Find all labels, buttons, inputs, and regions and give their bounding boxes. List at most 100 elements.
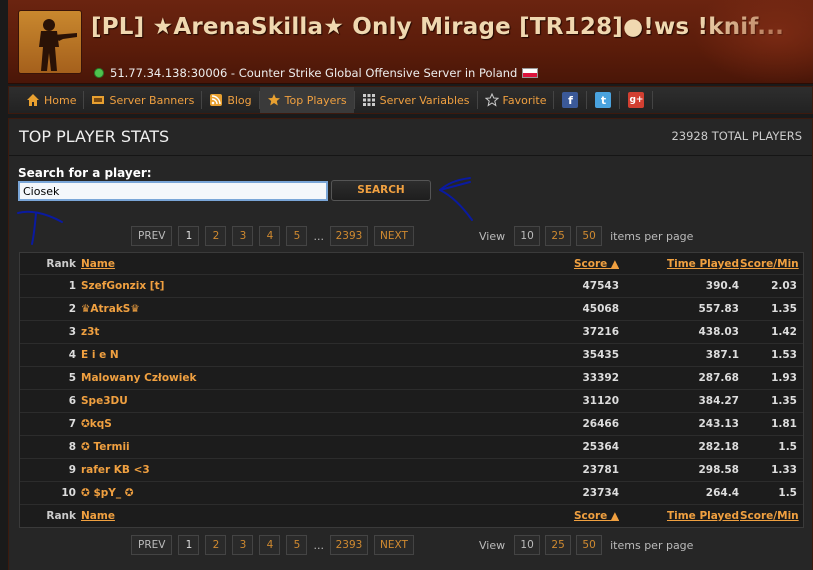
pager-ellipsis: ...	[313, 229, 324, 243]
header-score-per-min[interactable]: Score/Min	[740, 253, 799, 275]
rank-cell: 8	[68, 441, 76, 453]
score-cell: 47543	[582, 280, 619, 292]
next-button[interactable]: NEXT	[373, 535, 414, 555]
player-name-link[interactable]: Spe3DU	[81, 390, 461, 413]
nav-server-banners[interactable]: Server Banners	[84, 87, 201, 113]
time-played-cell: 298.58	[698, 464, 739, 476]
next-button[interactable]: NEXT	[373, 226, 414, 246]
player-name-link[interactable]: E i e N	[81, 344, 461, 367]
footer-name[interactable]: Name	[81, 505, 461, 527]
view-label: View	[479, 229, 506, 243]
items-per-page-label: items per page	[610, 538, 694, 552]
score-per-min-cell: 1.81	[771, 418, 797, 430]
player-name-link[interactable]: SzefGonzix [t]	[81, 275, 461, 298]
page-2[interactable]: 2	[205, 226, 227, 246]
page-1[interactable]: 1	[178, 535, 200, 555]
prev-button[interactable]: PREV	[131, 226, 173, 246]
time-played-cell: 243.13	[698, 418, 739, 430]
nav-divider	[553, 91, 555, 109]
time-played-cell: 557.83	[698, 303, 739, 315]
player-name-link[interactable]: ✪kqS	[81, 413, 461, 436]
score-cell: 26466	[582, 418, 619, 430]
page-5[interactable]: 5	[286, 535, 308, 555]
player-name-link[interactable]: ✪ Termii	[81, 436, 461, 459]
per-page-25[interactable]: 25	[545, 535, 572, 555]
nav-divider	[652, 91, 654, 109]
footer-score[interactable]: Score ▲	[500, 505, 619, 527]
player-name-link[interactable]: Malowany Człowiek	[81, 367, 461, 390]
time-played-cell: 387.1	[705, 349, 739, 361]
page-4[interactable]: 4	[259, 535, 281, 555]
nav-favorite[interactable]: Favorite	[478, 87, 554, 113]
rank-cell: 6	[68, 395, 76, 407]
per-page-25[interactable]: 25	[545, 226, 572, 246]
time-played-cell: 384.27	[698, 395, 739, 407]
header-name[interactable]: Name	[81, 253, 461, 275]
page-2[interactable]: 2	[205, 535, 227, 555]
nav-divider	[586, 91, 588, 109]
per-page-10[interactable]: 10	[514, 535, 541, 555]
rank-cell: 7	[68, 418, 76, 430]
score-per-min-cell: 1.53	[771, 349, 797, 361]
time-played-cell: 287.68	[698, 372, 739, 384]
table-row: 6 Spe3DU 31120 384.27 1.35	[20, 390, 803, 413]
per-page-50[interactable]: 50	[576, 226, 603, 246]
page-last[interactable]: 2393	[329, 226, 368, 246]
search-label: Search for a player:	[18, 166, 152, 180]
player-name-link[interactable]: ♛AtrakS♛	[81, 298, 461, 321]
time-played-cell: 282.18	[698, 441, 739, 453]
score-per-min-cell: 1.35	[771, 395, 797, 407]
footer-time-played[interactable]: Time Played	[620, 505, 739, 527]
footer-score-per-min[interactable]: Score/Min	[740, 505, 799, 527]
page-1[interactable]: 1	[178, 226, 200, 246]
rank-cell: 10	[61, 487, 76, 499]
page-3[interactable]: 3	[232, 226, 254, 246]
nav-server-variables[interactable]: Server Variables	[355, 87, 477, 113]
home-icon	[26, 93, 40, 107]
online-status-icon	[94, 68, 104, 78]
table-row: 2 ♛AtrakS♛ 45068 557.83 1.35	[20, 298, 803, 321]
twitter-icon[interactable]: t	[595, 92, 612, 108]
nav-top-players[interactable]: Top Players	[259, 87, 354, 113]
per-page-50[interactable]: 50	[576, 535, 603, 555]
poland-flag-icon	[522, 68, 539, 78]
nav-home[interactable]: Home	[19, 87, 83, 113]
rank-cell: 5	[68, 372, 76, 384]
facebook-icon[interactable]: f	[562, 92, 579, 108]
search-input[interactable]	[18, 181, 328, 201]
score-cell: 37216	[582, 326, 619, 338]
panel-divider	[9, 155, 812, 156]
banner-icon	[91, 93, 105, 107]
header-score[interactable]: Score ▲	[500, 253, 619, 275]
prev-button[interactable]: PREV	[131, 535, 173, 555]
header-rank: Rank	[46, 258, 76, 270]
page-4[interactable]: 4	[259, 226, 281, 246]
pager-bottom: PREV 1 2 3 4 5 ... 2393 NEXT	[131, 535, 420, 555]
google-plus-icon[interactable]: g+	[628, 92, 645, 108]
player-table: Rank Name Score ▲ Time Played Score/Min …	[19, 252, 804, 528]
player-name-link[interactable]: z3t	[81, 321, 461, 344]
server-info: 51.77.34.138:30006 - Counter Strike Glob…	[94, 66, 539, 80]
table-row: 4 E i e N 35435 387.1 1.53	[20, 344, 803, 367]
per-page-10[interactable]: 10	[514, 226, 541, 246]
page-3[interactable]: 3	[232, 535, 254, 555]
table-footer-header: Rank Name Score ▲ Time Played Score/Min	[20, 505, 803, 527]
header-time-played[interactable]: Time Played	[620, 253, 739, 275]
csgo-logo-icon	[18, 10, 82, 74]
rank-cell: 9	[68, 464, 76, 476]
player-name-link[interactable]: ✪ $pY_ ✪	[81, 482, 461, 505]
nav-blog[interactable]: Blog	[202, 87, 258, 113]
score-cell: 45068	[582, 303, 619, 315]
search-button[interactable]: SEARCH	[331, 180, 431, 201]
score-cell: 23734	[582, 487, 619, 499]
page-title: TOP PLAYER STATS	[19, 127, 170, 146]
top-player-stats-panel: TOP PLAYER STATS 23928 TOTAL PLAYERS Sea…	[8, 118, 813, 570]
table-row: 1 SzefGonzix [t] 47543 390.4 2.03	[20, 275, 803, 298]
page-5[interactable]: 5	[286, 226, 308, 246]
player-name-link[interactable]: rafer KB <3	[81, 459, 461, 482]
score-per-min-cell: 2.03	[771, 280, 797, 292]
table-row: 5 Malowany Człowiek 33392 287.68 1.93	[20, 367, 803, 390]
table-row: 10 ✪ $pY_ ✪ 23734 264.4 1.5	[20, 482, 803, 505]
star-icon	[267, 93, 281, 107]
page-last[interactable]: 2393	[329, 535, 368, 555]
